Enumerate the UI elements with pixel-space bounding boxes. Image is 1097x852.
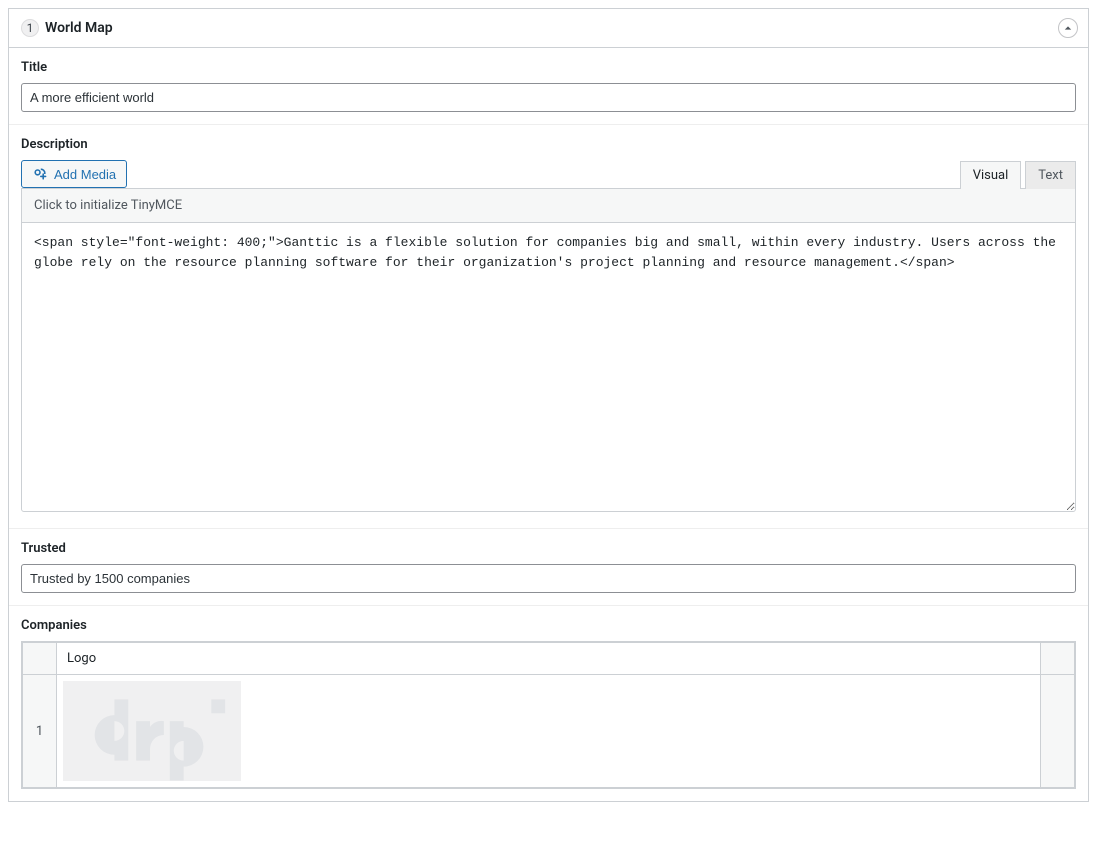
companies-table-wrap: Logo 1 <box>21 641 1076 789</box>
companies-field-block: Companies Logo 1 <box>9 606 1088 801</box>
trusted-input[interactable] <box>21 564 1076 593</box>
title-label: Title <box>21 60 1076 75</box>
description-label: Description <box>21 137 1076 152</box>
panel-header[interactable]: 1 World Map <box>9 9 1088 48</box>
caret-up-icon <box>1064 24 1072 32</box>
trusted-field-block: Trusted <box>9 529 1088 606</box>
corner-cell <box>23 643 57 675</box>
panel-index-badge: 1 <box>21 19 39 37</box>
description-field-block: Description Add Media Visual Text Click … <box>9 125 1088 529</box>
companies-table: Logo 1 <box>22 642 1075 788</box>
tab-visual[interactable]: Visual <box>960 161 1022 189</box>
panel-title: World Map <box>45 20 113 36</box>
editor-top-bar: Add Media Visual Text <box>21 160 1076 188</box>
add-media-label: Add Media <box>54 167 116 182</box>
column-header-logo: Logo <box>57 643 1041 675</box>
trusted-label: Trusted <box>21 541 1076 556</box>
title-field-block: Title <box>9 48 1088 125</box>
add-media-button[interactable]: Add Media <box>21 160 127 188</box>
row-actions[interactable] <box>1041 675 1075 788</box>
editor-tabs: Visual Text <box>960 161 1076 189</box>
tab-text[interactable]: Text <box>1025 161 1076 189</box>
tinymce-init-hint[interactable]: Click to initialize TinyMCE <box>21 188 1076 222</box>
row-number[interactable]: 1 <box>23 675 57 788</box>
table-row[interactable]: 1 <box>23 675 1075 788</box>
company-logo-icon <box>63 681 241 781</box>
title-input[interactable] <box>21 83 1076 112</box>
logo-preview[interactable] <box>63 681 241 781</box>
media-icon <box>32 166 48 182</box>
world-map-panel: 1 World Map Title Description Add Media <box>8 8 1089 802</box>
description-textarea[interactable] <box>21 222 1076 512</box>
collapse-toggle[interactable] <box>1058 18 1078 38</box>
column-header-actions <box>1041 643 1075 675</box>
companies-label: Companies <box>21 618 1076 633</box>
logo-cell[interactable] <box>57 675 1041 788</box>
